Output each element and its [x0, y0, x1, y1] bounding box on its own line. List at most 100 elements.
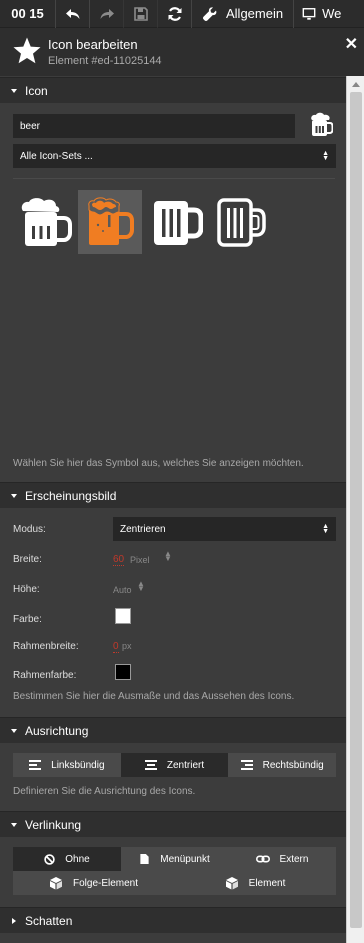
save-button[interactable]: [124, 0, 158, 28]
section-appearance-header[interactable]: Erscheinungsbild: [0, 482, 346, 508]
scrollbar[interactable]: [346, 76, 364, 943]
beer-mug-solid-icon: [154, 201, 203, 245]
caret-down-icon: [11, 493, 17, 498]
select-arrows-icon: ▲ ▼: [322, 150, 329, 162]
alignment-buttons: Linksbündig Zentriert Rechtsbündig: [13, 753, 336, 777]
preview-button[interactable]: We: [294, 0, 341, 28]
section-title: Ausrichtung: [25, 723, 89, 738]
breite-label: Breite:: [13, 554, 42, 565]
hoehe-label: Höhe:: [13, 584, 40, 595]
link-element-label: Element: [248, 877, 286, 889]
align-left-icon: [29, 758, 42, 772]
file-icon: [140, 853, 149, 865]
divider: [13, 178, 335, 179]
farbe-label: Farbe:: [13, 614, 42, 625]
cube-icon: [49, 877, 62, 890]
wrench-icon: [202, 6, 217, 21]
close-icon[interactable]: ✕: [345, 34, 358, 54]
top-toolbar: 00 15 Allgemein We: [0, 0, 364, 28]
align-center-label: Zentriert: [166, 759, 205, 771]
icon-search-input[interactable]: [13, 114, 295, 138]
link-menu-label: Menüpunkt: [160, 853, 210, 865]
breite-stepper[interactable]: ▲ ▼: [164, 550, 172, 563]
caret-down-icon: [11, 822, 17, 827]
breite-unit: Pixel: [130, 555, 150, 565]
timer: 00 15: [0, 0, 56, 28]
align-center-icon: [144, 758, 157, 772]
section-title: Icon: [25, 83, 48, 98]
save-icon: [133, 6, 148, 21]
link-none-button[interactable]: Ohne: [13, 847, 121, 871]
link-menu-button[interactable]: Menüpunkt: [121, 847, 228, 871]
align-center-button[interactable]: Zentriert: [120, 753, 229, 777]
align-left-button[interactable]: Linksbündig: [13, 753, 121, 777]
rahmenbreite-input[interactable]: 0: [113, 641, 119, 653]
settings-button[interactable]: Allgemein: [192, 0, 295, 28]
ban-icon: [44, 853, 55, 865]
preview-label: We: [322, 6, 342, 21]
beer-mug-outline-icon: [217, 198, 266, 247]
icon-help-text: Wählen Sie hier das Symbol aus, welches …: [13, 458, 304, 469]
icon-set-select[interactable]: Alle Icon-Sets ... ▲ ▼: [13, 144, 336, 168]
caret-down-icon: [11, 728, 17, 733]
linking-buttons: Ohne Menüpunkt Extern Folge-Element Elem…: [13, 847, 336, 895]
panel-header: Icon bearbeiten Element #ed-11025144 ✕: [0, 28, 364, 76]
icon-option-beer-selected[interactable]: [78, 190, 142, 254]
link-external-label: Extern: [279, 853, 309, 865]
select-arrows-icon: ▲ ▼: [322, 523, 329, 535]
chain-link-icon: [255, 855, 270, 863]
modus-value: Zentrieren: [120, 523, 166, 535]
refresh-icon: [168, 6, 181, 21]
star-icon: [13, 37, 41, 64]
panel-title: Icon bearbeiten: [48, 37, 138, 52]
section-title: Verlinkung: [25, 817, 82, 832]
section-title: Schatten: [25, 913, 73, 928]
settings-label: Allgemein: [226, 6, 284, 21]
section-title: Erscheinungsbild: [25, 488, 117, 503]
align-right-icon: [240, 758, 253, 772]
icon-option-beer-mug[interactable]: [144, 190, 208, 254]
beer-orange-icon: [88, 197, 134, 245]
rahmenfarbe-swatch[interactable]: [115, 664, 131, 680]
link-none-label: Ohne: [65, 853, 90, 865]
link-next-element-button[interactable]: Folge-Element: [13, 871, 174, 895]
hoehe-input[interactable]: Auto: [113, 585, 132, 595]
section-shadow-header[interactable]: Schatten: [0, 907, 346, 933]
appearance-help-text: Bestimmen Sie hier die Ausmaße und das A…: [13, 691, 295, 702]
panel-content: Icon Alle Icon-Sets ... ▲▼: [0, 76, 346, 943]
caret-right-icon: [12, 917, 16, 924]
modus-select[interactable]: Zentrieren ▲ ▼: [113, 517, 336, 541]
monitor-icon: [302, 7, 316, 20]
undo-button[interactable]: [56, 0, 90, 28]
icon-option-beer-outline[interactable]: [208, 190, 272, 254]
link-external-button[interactable]: Extern: [228, 847, 336, 871]
modus-label: Modus:: [13, 524, 46, 535]
undo-icon: [65, 8, 79, 19]
scroll-up-icon[interactable]: [352, 82, 360, 87]
icon-option-beer-foam[interactable]: [14, 190, 78, 254]
align-left-label: Linksbündig: [51, 759, 105, 771]
hoehe-stepper[interactable]: ▲ ▼: [137, 580, 145, 593]
scrollbar-thumb[interactable]: [350, 92, 362, 928]
element-id: Element #ed-11025144: [48, 55, 162, 67]
rahmenbreite-label: Rahmenbreite:: [13, 641, 79, 652]
link-next-element-label: Folge-Element: [72, 877, 139, 889]
alignment-help-text: Definieren Sie die Ausrichtung des Icons…: [13, 786, 196, 797]
breite-input[interactable]: 60: [113, 554, 125, 566]
rahmenfarbe-label: Rahmenfarbe:: [13, 670, 77, 681]
refresh-button[interactable]: [158, 0, 192, 28]
cube-icon: [225, 877, 238, 890]
section-alignment-header[interactable]: Ausrichtung: [0, 717, 346, 743]
link-element-button[interactable]: Element: [174, 871, 336, 895]
section-icon-header[interactable]: Icon: [0, 77, 346, 103]
icon-set-value: Alle Icon-Sets ...: [20, 150, 93, 162]
redo-button[interactable]: [90, 0, 124, 28]
section-linking-header[interactable]: Verlinkung: [0, 811, 346, 837]
beer-preview-icon: [311, 112, 333, 136]
farbe-swatch[interactable]: [115, 608, 131, 624]
beer-foam-icon: [21, 198, 72, 246]
caret-down-icon: [11, 88, 17, 93]
rahmenbreite-unit: px: [122, 641, 132, 651]
align-right-button[interactable]: Rechtsbündig: [228, 753, 336, 777]
align-right-label: Rechtsbündig: [262, 759, 324, 771]
